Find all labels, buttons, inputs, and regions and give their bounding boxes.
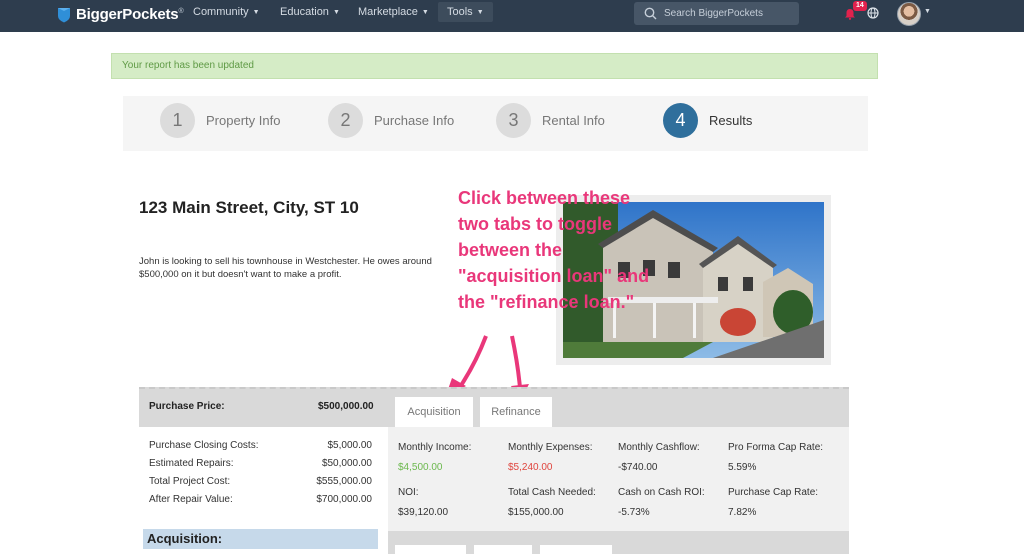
cost-label: Purchase Closing Costs:: [149, 440, 259, 451]
metric-value: 7.82%: [728, 507, 757, 518]
step-number: 1: [160, 103, 195, 138]
globe-icon[interactable]: [867, 7, 879, 19]
cost-value: $700,000.00: [316, 494, 372, 505]
chevron-down-icon: ▼: [476, 8, 484, 16]
top-navigation-bar: BiggerPockets® Community ▼ Education ▼ M…: [0, 0, 1024, 32]
metric-value: $155,000.00: [508, 507, 564, 518]
nav-education-label: Education: [280, 6, 329, 18]
nav-tools[interactable]: Tools ▼: [438, 2, 493, 22]
chevron-down-icon: ▼: [332, 8, 340, 16]
search-icon: [644, 7, 657, 20]
cost-label: After Repair Value:: [149, 494, 233, 505]
step-rental-info[interactable]: 3 Rental Info: [496, 103, 605, 138]
nav-marketplace[interactable]: Marketplace ▼: [358, 6, 429, 18]
chevron-down-icon: ▼: [421, 8, 429, 16]
cost-label: Total Project Cost:: [149, 476, 231, 487]
step-results[interactable]: 4 Results: [663, 103, 752, 138]
nav-community-label: Community: [193, 6, 249, 18]
chevron-down-icon[interactable]: ▼: [924, 8, 931, 15]
logo-shield-icon: [58, 8, 70, 23]
metric-label: Monthly Expenses:: [508, 442, 593, 453]
metric-label: Purchase Cap Rate:: [728, 487, 819, 498]
sub-tab[interactable]: [395, 545, 466, 554]
metric-value: 5.59%: [728, 462, 757, 473]
tab-refinance[interactable]: Refinance: [480, 397, 552, 427]
step-number: 2: [328, 103, 363, 138]
nav-community[interactable]: Community ▼: [193, 6, 260, 18]
step-label: Results: [709, 113, 753, 128]
search-input[interactable]: Search BiggerPockets: [634, 2, 799, 25]
metric-label: Total Cash Needed:: [508, 487, 596, 498]
success-alert: Your report has been updated: [111, 53, 878, 79]
step-label: Rental Info: [542, 113, 605, 128]
metric-value: $39,120.00: [398, 507, 449, 518]
tab-acquisition[interactable]: Acquisition: [395, 397, 473, 427]
purchase-price-label: Purchase Price:: [149, 401, 225, 412]
cost-value: $555,000.00: [316, 476, 372, 487]
nav-education[interactable]: Education ▼: [280, 6, 340, 18]
metric-value: -5.73%: [618, 507, 650, 518]
nav-marketplace-label: Marketplace: [358, 6, 418, 18]
step-label: Property Info: [206, 113, 281, 128]
property-description: John is looking to sell his townhouse in…: [139, 256, 432, 280]
metric-label: Cash on Cash ROI:: [618, 487, 705, 498]
step-purchase-info[interactable]: 2 Purchase Info: [328, 103, 454, 138]
search-placeholder: Search BiggerPockets: [664, 8, 763, 19]
tutorial-annotation: Click between these two tabs to toggle b…: [458, 188, 650, 312]
notification-count-badge: 14: [853, 1, 867, 11]
metric-label: NOI:: [398, 487, 419, 498]
cost-value: $5,000.00: [327, 440, 373, 451]
metric-value: $5,240.00: [508, 462, 553, 473]
step-label: Purchase Info: [374, 113, 455, 128]
cost-label: Estimated Repairs:: [149, 458, 234, 469]
nav-tools-label: Tools: [447, 6, 473, 18]
logo-text: BiggerPockets®: [76, 6, 184, 23]
acquisition-section-header: Acquisition:: [143, 529, 378, 549]
sub-tab[interactable]: [540, 545, 612, 554]
logo[interactable]: BiggerPockets®: [57, 6, 184, 23]
cost-value: $50,000.00: [321, 458, 372, 469]
metric-value: -$740.00: [618, 462, 658, 473]
step-number: 4: [663, 103, 698, 138]
metric-label: Monthly Income:: [398, 442, 472, 453]
metric-label: Pro Forma Cap Rate:: [728, 442, 824, 453]
metric-label: Monthly Cashflow:: [618, 442, 700, 453]
step-progress-bar: 1 Property Info 2 Purchase Info 3 Rental…: [123, 96, 868, 151]
property-address: 123 Main Street, City, ST 10: [139, 198, 359, 217]
step-number: 3: [496, 103, 531, 138]
step-property-info[interactable]: 1 Property Info: [160, 103, 280, 138]
metric-value: $4,500.00: [398, 462, 443, 473]
purchase-price-value: $500,000.00: [318, 401, 374, 412]
chevron-down-icon: ▼: [252, 8, 260, 16]
user-avatar[interactable]: [897, 2, 921, 26]
sub-tab[interactable]: [474, 545, 532, 554]
